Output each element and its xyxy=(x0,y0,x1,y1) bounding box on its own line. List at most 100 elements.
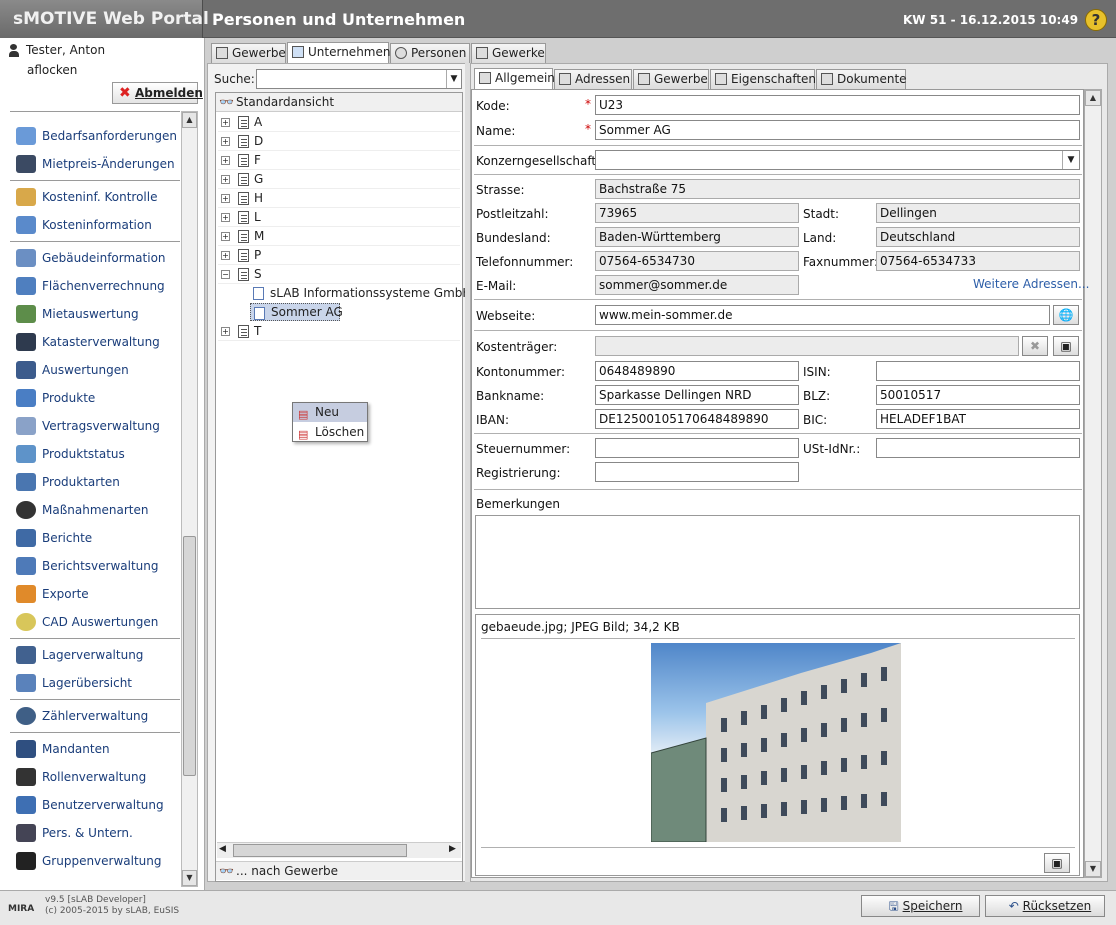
sidebar-item-berichte[interactable]: Berichte xyxy=(14,527,180,549)
sidebar-item-mietauswertung[interactable]: Mietauswertung xyxy=(14,303,180,325)
expand-icon[interactable]: + xyxy=(221,118,230,127)
sidebar-item-kosteninformation[interactable]: Kosteninformation xyxy=(14,214,180,236)
expand-icon[interactable]: + xyxy=(221,156,230,165)
steuer-field[interactable] xyxy=(595,438,799,458)
scroll-up-icon[interactable]: ▲ xyxy=(182,112,197,128)
tree-node-d[interactable]: + D xyxy=(218,132,460,151)
tab-eigenschaften[interactable]: Eigenschaften xyxy=(710,69,816,89)
globe-icon[interactable]: 🌐 xyxy=(1053,305,1079,325)
konto-field[interactable]: 0648489890 xyxy=(595,361,799,381)
sidebar-item-bedarfsanforderungen[interactable]: Bedarfsanforderungen xyxy=(14,125,180,147)
kode-field[interactable]: U23 xyxy=(595,95,1080,115)
search-input[interactable] xyxy=(256,69,462,89)
tree-hscrollbar[interactable]: ◀ ▶ xyxy=(217,842,461,858)
sidebar-item-lagerverwaltung[interactable]: Lagerverwaltung xyxy=(14,644,180,666)
upload-image-icon[interactable]: ▣ xyxy=(1044,853,1070,873)
bankname-field[interactable]: Sparkasse Dellingen NRD xyxy=(595,385,799,405)
sidebar-item-auswertungen[interactable]: Auswertungen xyxy=(14,359,180,381)
sidebar-item-produktstatus[interactable]: Produktstatus xyxy=(14,443,180,465)
sidebar-item-zaehlerverwaltung[interactable]: Zählerverwaltung xyxy=(14,705,180,727)
sidebar-item-katasterverwaltung[interactable]: Katasterverwaltung xyxy=(14,331,180,353)
isin-field[interactable] xyxy=(876,361,1080,381)
tab-gewerbe[interactable]: Gewerbe xyxy=(211,43,286,63)
expand-icon[interactable]: + xyxy=(221,327,230,336)
tab-unternehmen[interactable]: Unternehmen xyxy=(287,42,390,63)
sidebar-item-flaechenverrechnung[interactable]: Flächenverrechnung xyxy=(14,275,180,297)
expand-icon[interactable]: + xyxy=(221,194,230,203)
sidebar-item-cad-auswertungen[interactable]: CAD Auswertungen xyxy=(14,611,180,633)
tree-node-slab[interactable]: sLAB Informationssysteme GmbH xyxy=(250,284,471,303)
sidebar-item-produktarten[interactable]: Produktarten xyxy=(14,471,180,493)
scroll-down-icon[interactable]: ▼ xyxy=(1085,861,1101,877)
sidebar-item-massnahmenarten[interactable]: Maßnahmenarten xyxy=(14,499,180,521)
help-icon[interactable]: ? xyxy=(1085,9,1107,31)
chevron-down-icon[interactable]: ▼ xyxy=(446,70,461,88)
tree-node-f[interactable]: + F xyxy=(218,151,460,170)
menu-item-delete[interactable]: ▤ Löschen xyxy=(293,423,367,442)
blz-field[interactable]: 50010517 xyxy=(876,385,1080,405)
scroll-thumb[interactable] xyxy=(233,844,407,857)
bic-field[interactable]: HELADEF1BAT xyxy=(876,409,1080,429)
expand-icon[interactable]: + xyxy=(221,175,230,184)
tree-node-t[interactable]: + T xyxy=(218,322,460,341)
plz-field: 73965 xyxy=(595,203,799,223)
collapse-icon[interactable]: − xyxy=(221,270,230,279)
webseite-field[interactable]: www.mein-sommer.de xyxy=(595,305,1050,325)
menu-item-new[interactable]: ▤ Neu xyxy=(293,403,367,422)
tree-node-p[interactable]: + P xyxy=(218,246,460,265)
tree-node-g[interactable]: + G xyxy=(218,170,460,189)
tree-node-m[interactable]: + M xyxy=(218,227,460,246)
tree-view-header[interactable]: 👓 Standardansicht xyxy=(216,93,462,112)
tab-allgemein[interactable]: Allgemein xyxy=(474,68,555,89)
name-field[interactable]: Sommer AG xyxy=(595,120,1080,140)
tree-node-h[interactable]: + H xyxy=(218,189,460,208)
sidebar-item-mietpreis[interactable]: Mietpreis-Änderungen xyxy=(14,153,180,175)
tab-detail-gewerbe[interactable]: Gewerbe xyxy=(633,69,709,89)
tab-personen[interactable]: Personen xyxy=(390,43,470,63)
clear-icon[interactable]: ✖ xyxy=(1022,336,1048,356)
tab-adressen[interactable]: Adressen xyxy=(554,69,632,89)
sidebar-item-produkte[interactable]: Produkte xyxy=(14,387,180,409)
sidebar-item-rollenverwaltung[interactable]: Rollenverwaltung xyxy=(14,766,180,788)
tree-node-l[interactable]: + L xyxy=(218,208,460,227)
tree-node-a[interactable]: + A xyxy=(218,113,460,132)
sidebar-item-mandanten[interactable]: Mandanten xyxy=(14,738,180,760)
logout-button[interactable]: ✖ Abmelden xyxy=(112,82,203,104)
registrierung-field[interactable] xyxy=(595,462,799,482)
sidebar-item-pers-untern[interactable]: Pers. & Untern. xyxy=(14,822,180,844)
tab-gewerke[interactable]: Gewerke xyxy=(471,43,546,63)
chevron-down-icon[interactable]: ▼ xyxy=(1062,151,1079,169)
sidebar-item-vertragsverwaltung[interactable]: Vertragsverwaltung xyxy=(14,415,180,437)
scroll-right-icon[interactable]: ▶ xyxy=(449,844,456,854)
tree-node-s[interactable]: − S xyxy=(218,265,460,284)
divider xyxy=(474,145,1082,146)
scroll-down-icon[interactable]: ▼ xyxy=(182,870,197,886)
scroll-up-icon[interactable]: ▲ xyxy=(1085,90,1101,106)
sidebar-item-exporte[interactable]: Exporte xyxy=(14,583,180,605)
tree-node-sommer-ag[interactable]: Sommer AG xyxy=(250,303,343,321)
more-addresses-link[interactable]: Weitere Adressen... xyxy=(973,277,1089,291)
form-scrollbar[interactable]: ▲ ▼ xyxy=(1084,89,1102,878)
bemerkungen-textarea[interactable] xyxy=(475,515,1080,609)
tree-view-footer[interactable]: 👓... nach Gewerbe xyxy=(216,861,462,880)
expand-icon[interactable]: + xyxy=(221,213,230,222)
sidebar-item-benutzerverwaltung[interactable]: Benutzerverwaltung xyxy=(14,794,180,816)
expand-icon[interactable]: + xyxy=(221,232,230,241)
iban-field[interactable]: DE12500105170648489890 xyxy=(595,409,799,429)
sidebar-item-gebaeudeinformation[interactable]: Gebäudeinformation xyxy=(14,247,180,269)
scroll-left-icon[interactable]: ◀ xyxy=(219,844,226,854)
save-button[interactable]: 🖫 Speichern xyxy=(861,895,980,917)
tab-dokumente[interactable]: Dokumente xyxy=(816,69,907,89)
select-icon[interactable]: ▣ xyxy=(1053,336,1079,356)
scroll-thumb[interactable] xyxy=(183,536,196,776)
reset-button[interactable]: ↶ Rücksetzen xyxy=(985,895,1105,917)
sidebar-scrollbar[interactable]: ▲ ▼ xyxy=(181,111,198,887)
sidebar-item-berichtsverwaltung[interactable]: Berichtsverwaltung xyxy=(14,555,180,577)
sidebar-item-kosteninf-kontrolle[interactable]: Kosteninf. Kontrolle xyxy=(14,186,180,208)
expand-icon[interactable]: + xyxy=(221,137,230,146)
konzern-select[interactable] xyxy=(595,150,1080,170)
ust-field[interactable] xyxy=(876,438,1080,458)
expand-icon[interactable]: + xyxy=(221,251,230,260)
sidebar-item-gruppenverwaltung[interactable]: Gruppenverwaltung xyxy=(14,850,180,872)
sidebar-item-lageruebersicht[interactable]: Lagerübersicht xyxy=(14,672,180,694)
